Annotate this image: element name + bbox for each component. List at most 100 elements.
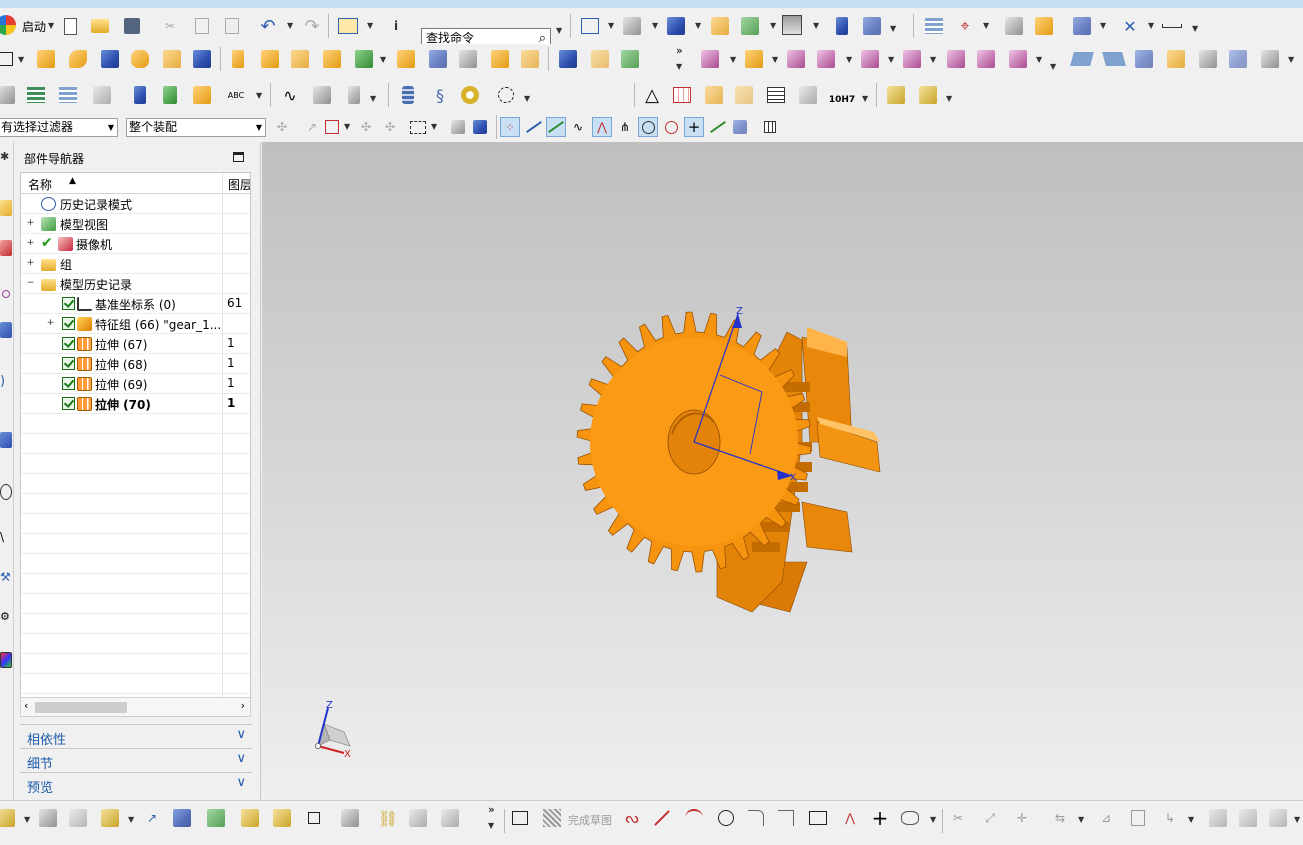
undo-icon[interactable]: ↶ [258,16,278,37]
rectangle-icon[interactable] [808,808,828,828]
point-on-curve-icon[interactable]: ✣ [356,117,376,137]
tree-row-model-history[interactable]: − 模型历史记录 [21,274,250,294]
chevron-down-icon[interactable]: ▼ [256,91,262,100]
chevron-down-icon[interactable]: ▼ [380,55,386,64]
redo-icon[interactable]: ↷ [302,16,322,37]
visibility-checkbox[interactable] [62,297,75,310]
boxes-icon[interactable] [886,85,906,105]
sketch-task-icon[interactable] [510,808,530,828]
chevron-down-icon[interactable]: ▼ [983,21,989,30]
component-group-icon[interactable] [240,808,260,828]
scroll-thumb[interactable] [35,702,127,713]
stack-icon[interactable] [26,85,46,105]
assembly-nav-tab-icon[interactable] [0,200,12,216]
info-icon[interactable]: i [386,16,406,36]
new-file-icon[interactable] [60,16,80,36]
component-tree-icon[interactable] [272,808,292,828]
web-browser-tab-icon[interactable]: ) [0,374,12,390]
fillet-icon[interactable] [746,808,766,828]
table-icon[interactable] [58,85,78,105]
chevron-down-icon[interactable]: ▼ [18,55,24,64]
roles-tab-icon[interactable]: ⚙ [0,610,12,626]
block-icon[interactable] [100,49,120,69]
column-name-header[interactable]: 名称 [28,176,52,193]
split-body-icon[interactable] [428,49,448,69]
mirror-assembly-icon[interactable] [172,808,192,828]
graphics-window[interactable]: Z X Z X [262,142,1303,800]
open-folder-icon[interactable] [90,16,110,36]
part-nav-tab-icon[interactable] [2,290,10,298]
curve-snap-icon[interactable]: ∿ [568,117,588,137]
arc-icon[interactable] [684,808,704,828]
chevron-down-icon[interactable]: ▼ [344,122,350,131]
chevron-down-icon[interactable]: ▼ [846,55,852,64]
history-tab-icon[interactable] [0,432,12,448]
component-icon[interactable] [0,808,16,828]
chevron-down-icon[interactable]: ▼ [287,21,293,30]
pattern-icon[interactable] [228,49,248,69]
chevron-down-icon[interactable]: ▼ [1050,62,1056,71]
export-icon[interactable] [440,808,460,828]
edge-display-icon[interactable] [710,16,730,36]
tree-row-extrude-70[interactable]: 拉伸 (70) 1 [21,394,250,414]
tools-tab-icon[interactable]: ⚒ [0,570,12,586]
surface-icon[interactable] [1070,49,1094,69]
line-snap-icon[interactable] [546,117,566,137]
maximize-icon[interactable] [233,152,244,162]
tree-row-groups[interactable]: + 组 [21,254,250,274]
paste-icon[interactable] [222,16,242,36]
visibility-checkbox[interactable] [62,337,75,350]
tool-icon[interactable] [130,85,150,105]
chevron-down-icon[interactable]: ▼ [524,94,530,103]
select-all-icon[interactable]: ✣ [272,117,292,137]
tree-row-datum-csys[interactable]: 基准坐标系 (0) 61 [21,294,250,314]
chevron-down-icon[interactable]: ▼ [946,94,952,103]
chevron-down-icon[interactable]: ▼ [24,815,30,824]
link-icon[interactable] [304,808,324,828]
add-new-icon[interactable] [100,808,120,828]
chevron-down-icon[interactable]: ▼ [1148,21,1154,30]
revolve-icon[interactable] [68,49,88,69]
tangent-snap-icon[interactable]: ⋔ [615,117,635,137]
fit-view-icon[interactable] [580,16,600,36]
trim-body-icon[interactable] [396,49,416,69]
auto-constraint-icon[interactable]: ↳ [1160,808,1180,828]
section-view-icon[interactable] [832,16,852,36]
midpoint-snap-icon[interactable] [524,117,544,137]
offset-icon[interactable] [520,49,540,69]
chevron-down-icon[interactable]: ▼ [128,815,134,824]
visibility-checkbox[interactable] [62,397,75,410]
tree-row-extrude-67[interactable]: 拉伸 (67) 1 [21,334,250,354]
offset-curve-icon[interactable]: ⇆ [1050,808,1070,828]
gear-model[interactable]: Z X Z X [262,142,1303,800]
grid-toggle-icon[interactable] [760,117,780,137]
type-filter-select[interactable]: 有选择过滤器 ▼ [0,118,118,137]
visibility-checkbox[interactable] [62,357,75,370]
chevron-down-icon[interactable]: ▼ [770,21,776,30]
process-tab-icon[interactable]: \ [0,530,12,546]
palette-tab-icon[interactable] [0,652,12,668]
point-icon[interactable]: + [870,806,890,830]
view-orient-icon[interactable] [622,16,642,36]
geometric-constraint-icon[interactable] [1128,808,1148,828]
pattern-assembly-icon[interactable] [206,808,226,828]
mesh-icon[interactable] [312,85,332,105]
gear-tool-icon[interactable] [496,85,516,105]
visibility-checkbox[interactable] [62,317,75,330]
finish-sketch-icon[interactable] [542,808,562,828]
solid-select-icon[interactable] [470,117,490,137]
reuse-icon[interactable] [192,85,212,105]
chevron-down-icon[interactable]: ▼ [608,21,614,30]
replace-component-icon[interactable] [860,49,880,69]
visibility-checkbox[interactable] [62,377,75,390]
assembly-view-icon[interactable] [340,808,360,828]
note-icon[interactable] [92,85,112,105]
clip-section-icon[interactable] [862,16,882,36]
chevron-down-icon[interactable]: ▼ [48,21,54,30]
chevron-down-icon[interactable]: ▼ [1188,815,1194,824]
chevron-down-icon[interactable]: ▼ [367,21,373,30]
text-style-icon[interactable]: ABC [226,85,246,105]
box-select-icon[interactable] [448,117,468,137]
chevron-down-icon[interactable]: ▼ [1100,21,1106,30]
chamfer-icon[interactable] [458,49,478,69]
